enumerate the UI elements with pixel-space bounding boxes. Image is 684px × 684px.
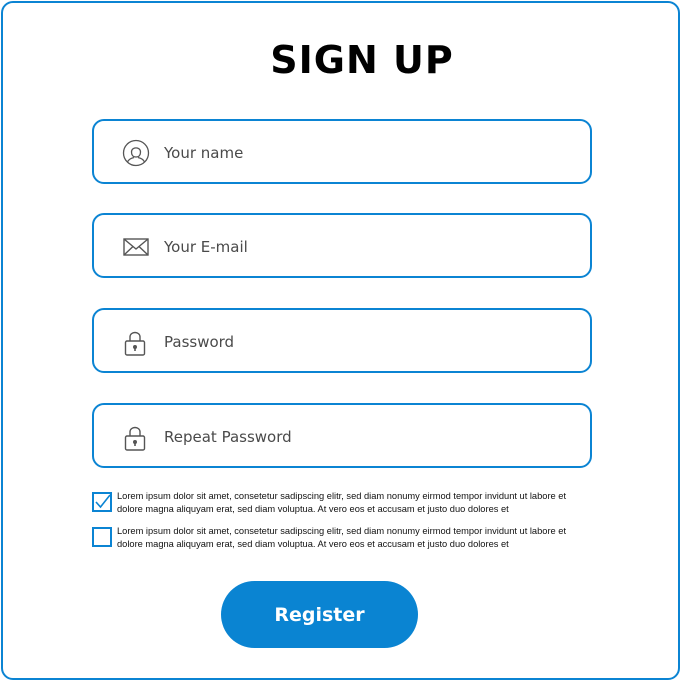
password-field-box[interactable]: [92, 308, 592, 373]
consent-row: Lorem ipsum dolor sit amet, consetetur s…: [92, 526, 592, 557]
consent-checkbox-checked[interactable]: [92, 492, 112, 512]
page-title: SIGN UP: [270, 38, 454, 82]
consent-row: Lorem ipsum dolor sit amet, consetetur s…: [92, 491, 592, 522]
repeat-password-input[interactable]: [162, 419, 566, 455]
lock-icon: [122, 328, 152, 356]
lock-icon: [122, 423, 152, 451]
consent-text: Lorem ipsum dolor sit amet, consetetur s…: [117, 491, 567, 514]
name-field-box[interactable]: [92, 119, 592, 184]
password-input[interactable]: [162, 324, 566, 360]
envelope-icon: [122, 233, 152, 261]
consent-checkbox-unchecked[interactable]: [92, 527, 112, 547]
user-icon: [122, 139, 152, 167]
email-field-box[interactable]: [92, 213, 592, 278]
email-input[interactable]: [162, 229, 566, 265]
name-input[interactable]: [162, 135, 566, 171]
consent-text: Lorem ipsum dolor sit amet, consetetur s…: [117, 526, 567, 549]
register-button[interactable]: Register: [221, 581, 418, 648]
repeat-password-field-box[interactable]: [92, 403, 592, 468]
